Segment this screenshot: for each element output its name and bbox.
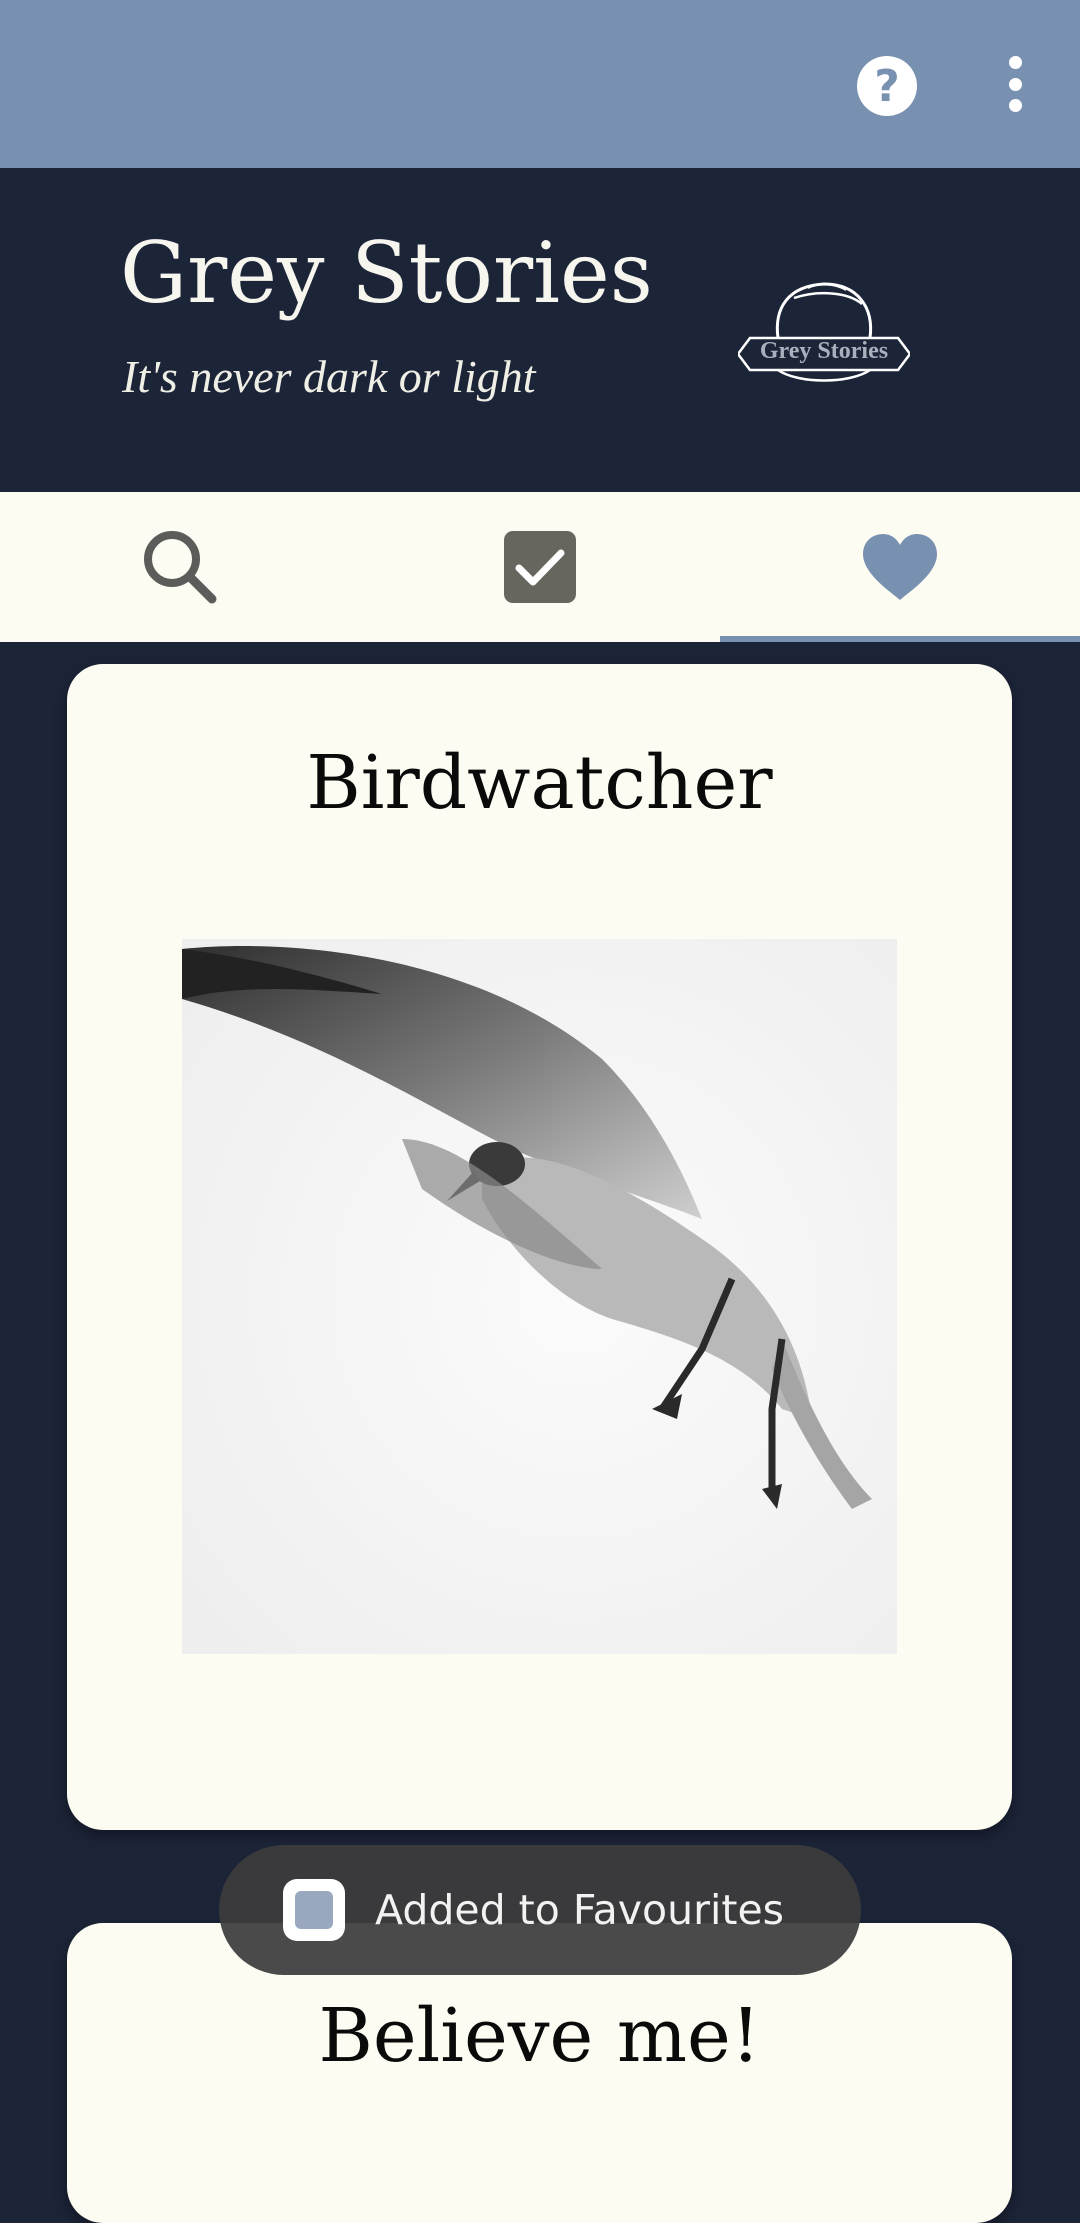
app-tagline: It's never dark or light: [122, 351, 536, 402]
tab-read[interactable]: [360, 492, 720, 642]
toast-message: Added to Favourites: [375, 1886, 785, 1934]
app-icon: [283, 1879, 345, 1941]
story-title: Believe me!: [318, 1993, 761, 2079]
tab-bar: [0, 492, 1080, 642]
logo-text: Grey Stories: [759, 338, 889, 364]
app-title: Grey Stories: [120, 224, 653, 322]
story-image: [182, 939, 897, 1654]
search-icon: [144, 531, 217, 604]
app-bar: ?: [0, 0, 1080, 168]
tab-favourites[interactable]: [720, 492, 1080, 642]
more-options-button[interactable]: [1000, 56, 1030, 112]
help-icon: ?: [874, 60, 900, 112]
app-logo: Grey Stories: [736, 268, 912, 388]
more-vert-icon: [1008, 56, 1022, 69]
story-card[interactable]: Birdwatcher: [67, 664, 1012, 1830]
app-header: Grey Stories It's never dark or light Gr…: [0, 168, 1080, 492]
story-title: Birdwatcher: [306, 740, 773, 826]
hat-logo-icon: [736, 282, 912, 382]
help-button[interactable]: ?: [857, 56, 917, 116]
selected-tab-indicator: [720, 636, 1080, 642]
seagull-photo: [182, 939, 897, 1654]
heart-icon: [863, 534, 937, 600]
checkbox-icon: [504, 531, 576, 603]
tab-search[interactable]: [0, 492, 360, 642]
toast-notification: Added to Favourites: [219, 1845, 861, 1975]
